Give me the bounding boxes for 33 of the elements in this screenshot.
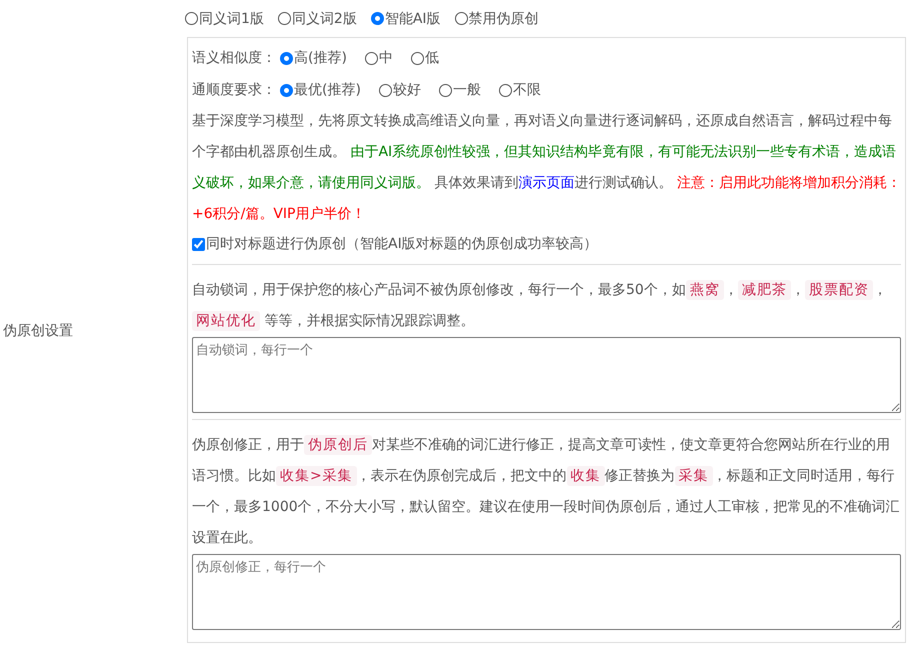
option-label[interactable]: 禁用伪原创 bbox=[468, 10, 539, 28]
lock-words-description: 自动锁词，用于保护您的核心产品词不被伪原创修改，每行一个，最多50个，如 燕窝 ， 减肥茶 ， 股票配资 ， 网站优化 等等，并根据实际情况跟踪调整。 bbox=[192, 279, 888, 333]
option-label[interactable]: 高(推荐) bbox=[294, 49, 347, 67]
radio-button[interactable] bbox=[185, 12, 198, 25]
radio-button[interactable] bbox=[280, 84, 293, 96]
option-label[interactable]: 低 bbox=[424, 49, 439, 67]
option-label[interactable]: 最优(推荐) bbox=[294, 81, 361, 99]
option-label[interactable]: 同义词2版 bbox=[292, 10, 357, 28]
option-label[interactable]: 较好 bbox=[392, 81, 421, 99]
fluency-label: 通顺度要求： bbox=[192, 81, 276, 99]
radio-button[interactable] bbox=[410, 52, 424, 64]
option-label[interactable]: 智能AI版 bbox=[384, 10, 441, 28]
demo-page-link[interactable]: 演示页面 bbox=[518, 175, 574, 191]
corrections-description: 伪原创修正，用于 伪原创后 对某些不准确的词汇进行修正，提高文章可读性，使文章更符合您网站所在行业的用语习惯。比如 收集>采集 ，表示在伪原创完成后，把文中的 收集 修正替换为 采集 ，标题和正文同时适用，每行一个，最多1000个，不分大小写，默认留空。建议在使用一段时间伪原创后，通过人工审核，把常见的不准确词汇设置在此。 bbox=[192, 434, 901, 548]
radio-button[interactable] bbox=[454, 12, 468, 25]
radio-button[interactable] bbox=[378, 84, 392, 96]
checkbox-label[interactable]: 同时对标题进行伪原创（智能AI版对标题的伪原创成功率较高） bbox=[206, 235, 598, 253]
option-label[interactable]: 同义词1版 bbox=[199, 10, 264, 28]
option-label[interactable]: 一般 bbox=[452, 81, 481, 99]
radio-button[interactable] bbox=[370, 12, 384, 25]
option-label[interactable]: 中 bbox=[378, 49, 393, 67]
radio-button[interactable] bbox=[280, 52, 293, 64]
radio-button[interactable] bbox=[438, 84, 452, 96]
similarity-label: 语义相似度： bbox=[192, 49, 276, 67]
radio-button[interactable] bbox=[498, 84, 512, 96]
ai-description: 基于深度学习模型，先将原文转换成高维语义向量，再对语义向量进行逐词解码，还原成自然语言，解码过程中每个字都由机器原创生成。 由于AI系统原创性较强，但其知识结构毕竟有限，有可能无法识别一些专有术语，造成语义破坏，如果介意，请使用同义词版。 具体效果请到演示页面进行测试确认。 注意：启用此功能将增加积分消耗：+6积分/篇。VIP用户半价！ bbox=[192, 112, 901, 224]
settings-label: 伪原创设置 bbox=[3, 322, 73, 340]
option-label[interactable]: 不限 bbox=[512, 81, 541, 99]
checkbox[interactable] bbox=[192, 238, 205, 250]
radio-button[interactable] bbox=[278, 12, 291, 25]
input-field[interactable]: 自动锁词，每行一个 bbox=[192, 337, 901, 413]
input-field[interactable]: 伪原创修正，每行一个 bbox=[192, 554, 901, 630]
radio-button[interactable] bbox=[364, 52, 378, 64]
